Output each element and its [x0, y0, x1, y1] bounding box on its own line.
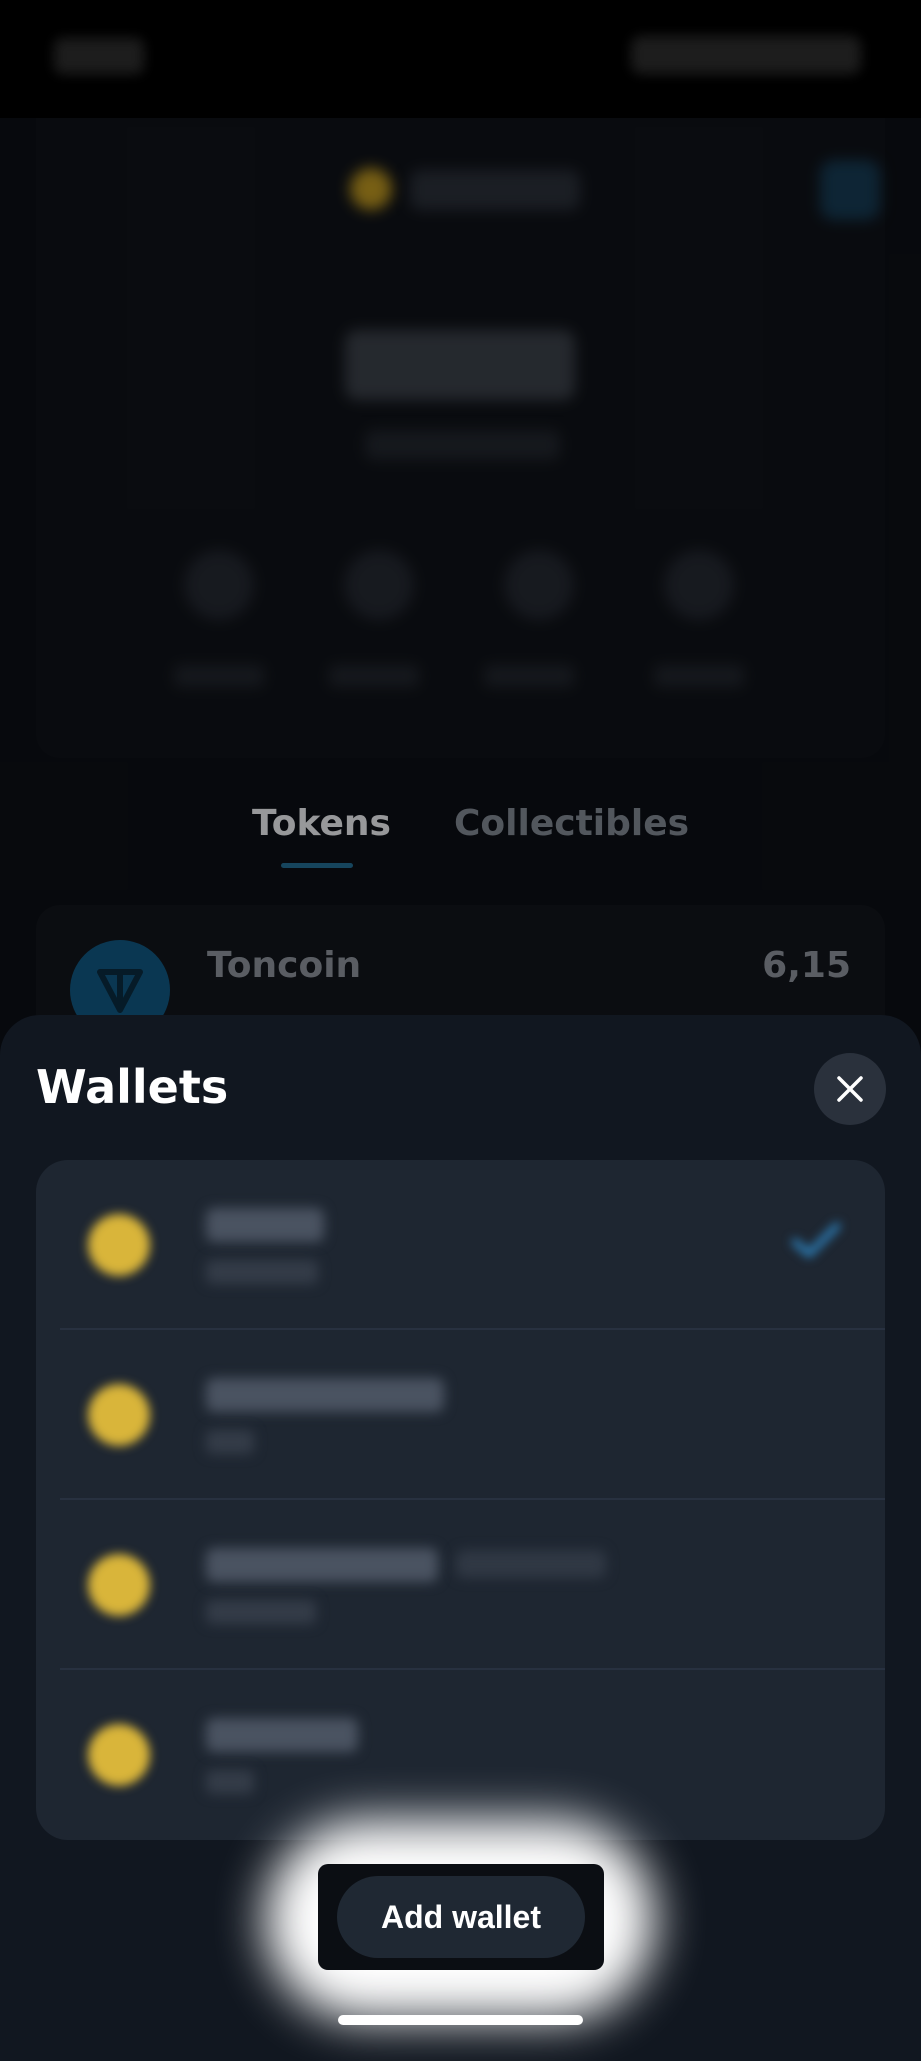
close-button[interactable]: [814, 1053, 886, 1125]
wallet-name: [206, 1548, 438, 1582]
wallet-name: [206, 1208, 324, 1242]
wallet-balance: [206, 1260, 318, 1284]
sheet-title: Wallets: [36, 1060, 229, 1114]
wallet-item-1[interactable]: [36, 1160, 885, 1330]
home-indicator[interactable]: [338, 2015, 583, 2025]
wallet-emoji-icon: [88, 1214, 150, 1276]
wallet-balance: [206, 1430, 254, 1454]
wallet-balance: [206, 1770, 254, 1794]
wallet-item-2[interactable]: [36, 1330, 885, 1500]
wallet-name: [206, 1378, 444, 1412]
wallet-list: [36, 1160, 885, 1840]
wallet-item-4[interactable]: [36, 1670, 885, 1840]
wallet-emoji-icon: [88, 1724, 150, 1786]
check-icon: [791, 1222, 841, 1258]
wallet-emoji-icon: [88, 1554, 150, 1616]
wallet-name: [206, 1718, 358, 1752]
wallet-tag: [456, 1550, 606, 1578]
wallet-item-3[interactable]: [36, 1500, 885, 1670]
wallet-balance: [206, 1600, 316, 1624]
add-wallet-button[interactable]: Add wallet: [337, 1876, 585, 1958]
close-icon: [837, 1076, 863, 1102]
wallet-emoji-icon: [88, 1384, 150, 1446]
